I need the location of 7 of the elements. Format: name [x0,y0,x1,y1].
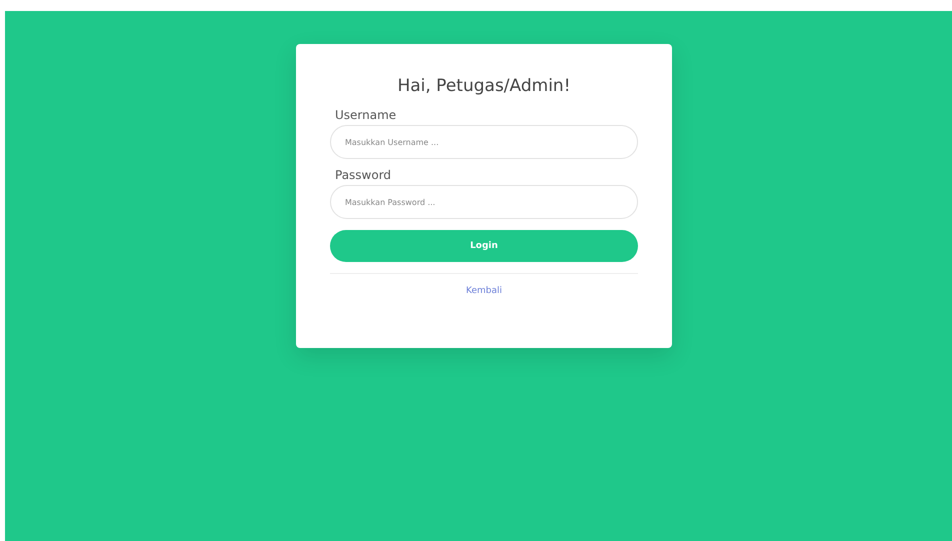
back-link[interactable]: Kembali [466,286,502,296]
login-button[interactable]: Login [330,230,638,262]
input-field[interactable]: Masukkan Password ... [330,185,638,219]
field-label: Username [335,108,396,122]
field-label: Password [335,168,392,182]
login-title: Hai, Petugas/Admin! [396,76,572,96]
input-field[interactable]: Masukkan Username ... [330,125,638,159]
